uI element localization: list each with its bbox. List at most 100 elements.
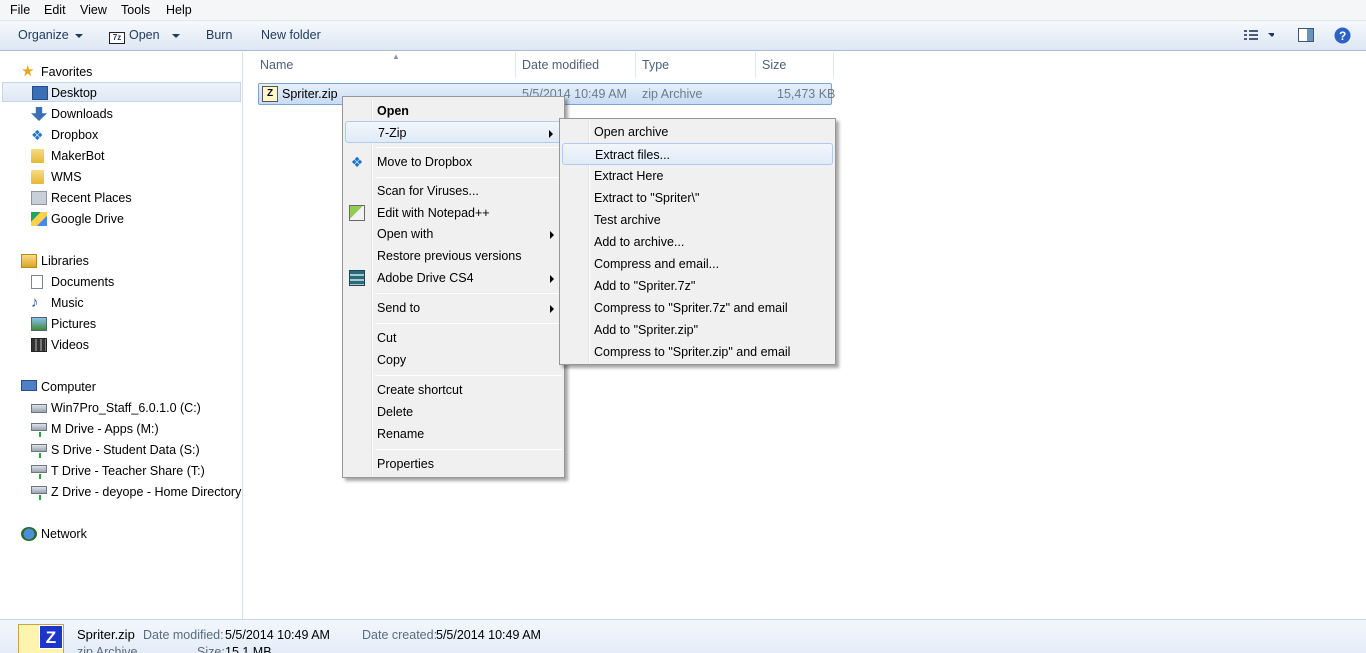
seven-zip-icon: 7z — [109, 32, 125, 44]
menu-separator — [375, 293, 562, 294]
menu-item-properties[interactable]: Properties — [345, 453, 562, 475]
nav-desktop[interactable]: Desktop — [2, 82, 241, 102]
menu-item-rename[interactable]: Rename — [345, 423, 562, 445]
file-size: 15,473 KB — [777, 87, 836, 101]
submenu-compress-and-email[interactable]: Compress and email... — [562, 253, 833, 275]
nav-label: Downloads — [51, 107, 113, 121]
preview-pane-icon — [1298, 28, 1314, 42]
details-view-icon — [1244, 30, 1276, 40]
navigation-pane: ★ Favorites Desktop Downloads ❖ Dropbox Ma… — [0, 52, 243, 619]
menu-item-edit-notepad[interactable]: Edit with Notepad++ — [345, 202, 562, 224]
menu-item-open[interactable]: Open — [345, 100, 562, 122]
google-drive-icon — [31, 212, 47, 226]
downloads-icon — [31, 107, 47, 121]
menu-help[interactable]: Help — [166, 3, 192, 17]
menu-item-send-to[interactable]: Send to — [345, 297, 562, 319]
chevron-down-icon — [171, 33, 180, 38]
submenu-extract-to[interactable]: Extract to "Spriter\" — [562, 187, 833, 209]
preview-pane-button[interactable] — [1298, 28, 1314, 45]
menu-item-scan-viruses[interactable]: Scan for Viruses... — [345, 180, 562, 202]
nav-label: MakerBot — [51, 149, 105, 163]
open-label: Open — [129, 28, 160, 42]
submenu-extract-here[interactable]: Extract Here — [562, 165, 833, 187]
column-header-type[interactable]: Type — [636, 52, 756, 78]
menu-item-create-shortcut[interactable]: Create shortcut — [345, 379, 562, 401]
menu-separator — [375, 449, 562, 450]
menu-item-cut[interactable]: Cut — [345, 327, 562, 349]
nav-label: WMS — [51, 170, 82, 184]
menu-item-label: 7-Zip — [378, 126, 407, 140]
computer-icon — [21, 380, 37, 391]
details-date-modified-label: Date modified: — [143, 628, 224, 642]
column-header-name[interactable]: Name ▲ — [254, 52, 516, 78]
menu-bar: File Edit View Tools Help — [0, 0, 1366, 21]
hard-drive-icon — [31, 404, 47, 413]
network-icon — [21, 527, 37, 541]
nav-label: Z Drive - deyope - Home Directory (Z:) — [51, 485, 243, 499]
organize-button[interactable]: Organize — [18, 28, 83, 42]
help-button[interactable]: ? — [1334, 27, 1351, 47]
submenu-extract-files[interactable]: Extract files... — [562, 143, 833, 165]
zip-file-icon: Z — [262, 86, 278, 102]
menu-item-move-to-dropbox[interactable]: ❖ Move to Dropbox — [345, 151, 562, 173]
nav-label: Videos — [51, 338, 89, 352]
chevron-right-icon — [550, 305, 554, 313]
details-date-modified: 5/5/2014 10:49 AM — [225, 628, 330, 642]
details-size-label: Size: — [197, 645, 225, 653]
desktop-icon — [32, 86, 48, 100]
nav-label: Music — [51, 296, 84, 310]
details-file-type: zip Archive — [77, 645, 138, 653]
new-folder-button[interactable]: New folder — [261, 28, 321, 42]
file-name: Spriter.zip — [282, 87, 338, 101]
help-icon: ? — [1334, 27, 1351, 44]
menu-item-label: Move to Dropbox — [377, 155, 473, 169]
submenu-add-to-7z[interactable]: Add to "Spriter.7z" — [562, 275, 833, 297]
menu-tools[interactable]: Tools — [121, 3, 150, 17]
nav-label: Pictures — [51, 317, 97, 331]
submenu-compress-zip-email[interactable]: Compress to "Spriter.zip" and email — [562, 341, 833, 363]
libraries-icon — [21, 254, 37, 268]
menu-view[interactable]: View — [80, 3, 107, 17]
network-drive-icon — [31, 423, 47, 437]
menu-item-open-with[interactable]: Open with — [345, 223, 562, 245]
svg-text:?: ? — [1339, 29, 1346, 43]
submenu-compress-7z-email[interactable]: Compress to "Spriter.7z" and email — [562, 297, 833, 319]
sort-ascending-icon: ▲ — [392, 52, 400, 61]
open-button[interactable]: 7z Open — [109, 28, 180, 44]
nav-label: S Drive - Student Data (S:) — [51, 443, 200, 457]
details-date-created-label: Date created: — [362, 628, 438, 642]
dropbox-icon: ❖ — [350, 154, 364, 170]
network-drive-icon — [31, 444, 47, 458]
submenu-open-archive[interactable]: Open archive — [562, 121, 833, 143]
menu-item-adobe-drive[interactable]: Adobe Drive CS4 — [345, 267, 562, 289]
details-date-created: 5/5/2014 10:49 AM — [436, 628, 541, 642]
submenu-add-to-archive[interactable]: Add to archive... — [562, 231, 833, 253]
menu-item-restore-versions[interactable]: Restore previous versions — [345, 245, 562, 267]
column-header-date-modified[interactable]: Date modified — [516, 52, 636, 78]
chevron-right-icon — [549, 130, 553, 138]
details-file-name: Spriter.zip — [77, 627, 135, 642]
menu-edit[interactable]: Edit — [44, 3, 66, 17]
column-label: Name — [260, 58, 294, 72]
menu-separator — [375, 177, 562, 178]
nav-label: Desktop — [51, 86, 97, 100]
menu-item-copy[interactable]: Copy — [345, 349, 562, 371]
menu-item-label: Open with — [377, 227, 434, 241]
nav-label: Libraries — [41, 254, 89, 268]
menu-file[interactable]: File — [10, 3, 30, 17]
view-options-button[interactable] — [1244, 29, 1276, 44]
menu-item-label: Send to — [377, 301, 421, 315]
menu-item-label: Edit with Notepad++ — [377, 206, 490, 220]
dropbox-icon: ❖ — [31, 127, 44, 143]
column-header-size[interactable]: Size — [756, 52, 834, 78]
menu-separator — [375, 375, 562, 376]
zip-letter: Z — [39, 625, 63, 649]
menu-item-7zip[interactable]: 7-Zip — [345, 121, 562, 143]
menu-item-delete[interactable]: Delete — [345, 401, 562, 423]
organize-label: Organize — [18, 28, 69, 42]
submenu-add-to-zip[interactable]: Add to "Spriter.zip" — [562, 319, 833, 341]
nav-label: Recent Places — [51, 191, 132, 205]
zip-file-large-icon: Z — [18, 624, 64, 653]
submenu-test-archive[interactable]: Test archive — [562, 209, 833, 231]
burn-button[interactable]: Burn — [206, 28, 232, 42]
